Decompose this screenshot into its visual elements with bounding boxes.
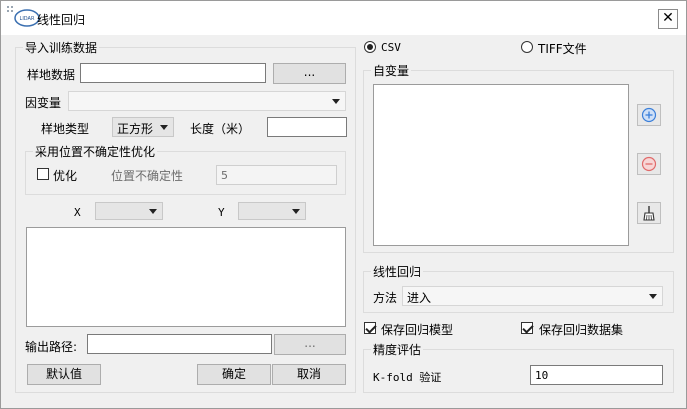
independent-variables-group-title: 自变量 — [371, 62, 412, 79]
tiff-label: TIFF文件 — [538, 42, 587, 56]
plot-type-select[interactable]: 正方形 — [112, 117, 174, 137]
method-select[interactable]: 进入 — [402, 286, 663, 306]
plot-type-value: 正方形 — [117, 122, 154, 136]
broom-icon — [643, 206, 655, 221]
close-button[interactable]: ✕ — [658, 9, 678, 29]
close-icon: ✕ — [662, 10, 674, 26]
app-logo-icon: LIDAR — [7, 6, 40, 27]
plot-data-input[interactable] — [80, 63, 266, 83]
clear-variables-button[interactable] — [637, 202, 661, 224]
csv-label: CSV — [381, 41, 401, 54]
train-data-group-title: 导入训练数据 — [23, 39, 100, 56]
x-label: X — [74, 206, 81, 219]
tiff-radio[interactable] — [521, 41, 533, 53]
save-dataset-checkbox[interactable] — [521, 322, 533, 334]
plot-type-label: 样地类型 — [41, 122, 90, 136]
output-path-input[interactable] — [87, 334, 272, 354]
plot-data-label: 样地数据 — [27, 68, 76, 82]
regression-group-title: 线性回归 — [371, 263, 424, 280]
optimize-label: 优化 — [53, 169, 78, 183]
length-input[interactable] — [267, 117, 347, 137]
default-button[interactable]: 默认值 — [27, 364, 101, 385]
cancel-button[interactable]: 取消 — [272, 364, 346, 385]
kfold-label: K-fold 验证 — [373, 371, 442, 384]
save-model-label: 保存回归模型 — [381, 323, 454, 337]
title-bar: LIDAR 线性回归 ✕ — [1, 1, 686, 35]
y-select[interactable] — [238, 202, 306, 220]
length-label: 长度（米） — [190, 122, 251, 136]
output-path-browse-button[interactable]: ... — [274, 334, 346, 355]
ok-button[interactable]: 确定 — [197, 364, 271, 385]
dependent-variable-select[interactable] — [68, 91, 346, 111]
kfold-input[interactable]: 10 — [530, 365, 663, 385]
chevron-down-icon — [292, 209, 300, 214]
output-path-label: 输出路径: — [25, 340, 78, 354]
accuracy-group-title: 精度评估 — [371, 341, 424, 358]
plot-data-browse-button[interactable]: ... — [273, 63, 346, 84]
method-value: 进入 — [407, 291, 432, 305]
x-select[interactable] — [95, 202, 163, 220]
remove-icon — [641, 156, 657, 172]
csv-radio[interactable] — [364, 41, 376, 53]
optimize-checkbox[interactable] — [37, 168, 49, 180]
save-dataset-label: 保存回归数据集 — [539, 323, 624, 337]
chevron-down-icon — [149, 209, 157, 214]
position-uncertainty-label: 位置不确定性 — [111, 169, 184, 183]
window-title: 线性回归 — [37, 13, 86, 27]
remove-variable-button[interactable] — [637, 153, 661, 175]
chevron-down-icon — [649, 294, 657, 299]
add-icon — [641, 107, 657, 123]
save-model-checkbox[interactable] — [364, 322, 376, 334]
method-label: 方法 — [373, 291, 398, 305]
uncertainty-group-title: 采用位置不确定性优化 — [33, 143, 158, 160]
dialog-window: LIDAR 线性回归 ✕ 导入训练数据 样地数据 ... 因变量 样地类型 正方… — [0, 0, 687, 409]
y-label: Y — [218, 206, 225, 219]
position-uncertainty-input[interactable]: 5 — [216, 165, 337, 185]
independent-variables-list[interactable] — [373, 84, 629, 246]
dependent-variable-label: 因变量 — [25, 96, 62, 110]
chevron-down-icon — [332, 99, 340, 104]
chevron-down-icon — [160, 125, 168, 130]
training-data-preview-panel[interactable] — [26, 227, 346, 327]
logo-text: LIDAR — [20, 16, 35, 22]
add-variable-button[interactable] — [637, 104, 661, 126]
